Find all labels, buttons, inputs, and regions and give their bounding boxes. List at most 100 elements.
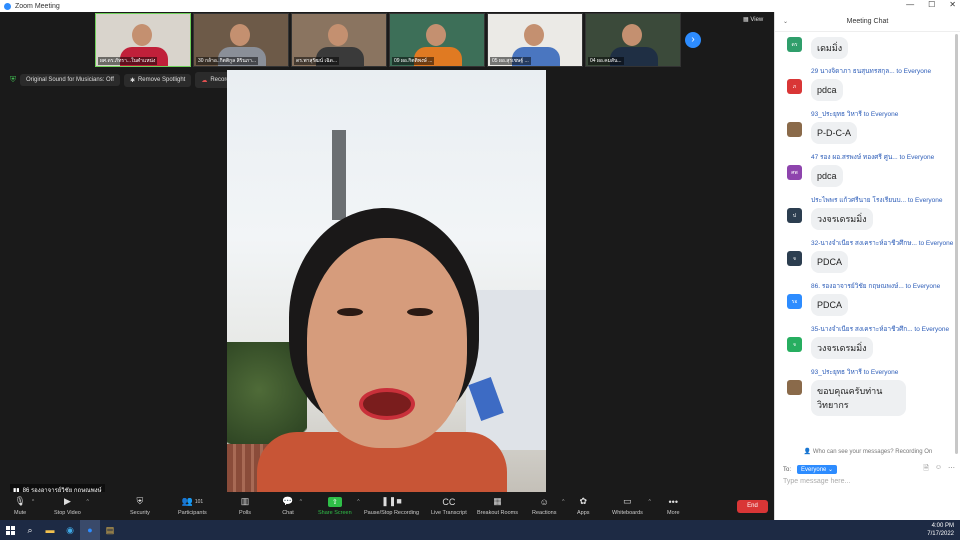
share-screen-button[interactable]: ⇧ Share Screen ^ bbox=[318, 496, 360, 516]
sender-avatar: ดร bbox=[787, 37, 802, 52]
emoji-icon[interactable]: ☺ bbox=[935, 464, 942, 475]
chat-message-list[interactable]: ดร เดมมิ่ง 29 นางจิดาภา ธนสุนทรสกุล... to … bbox=[775, 34, 955, 447]
start-button[interactable] bbox=[0, 520, 20, 540]
pause-stop-icon: ❚❚■ bbox=[381, 496, 402, 506]
apps-icon: ✿ bbox=[579, 496, 588, 506]
original-sound-button[interactable]: Original Sound for Musicians: Off bbox=[20, 74, 120, 86]
file-explorer-icon[interactable]: ▬ bbox=[40, 520, 60, 540]
recipient-row: To: Everyone ⌄ 🗎 ☺ ⋯ bbox=[783, 464, 955, 475]
mute-button[interactable]: 🎙 Mute ^ bbox=[14, 496, 34, 516]
file-icon[interactable]: 🗎 bbox=[923, 464, 929, 475]
polls-label: Polls bbox=[239, 509, 251, 516]
encryption-shield-icon: ⛨ bbox=[10, 75, 16, 84]
edge-browser-icon[interactable]: ◉ bbox=[60, 520, 80, 540]
message-sender: 93_ประยุทธ วิหารี to Everyone bbox=[811, 369, 899, 376]
participant-name: 30 กล้าอ..กิตติกูล สิรินภา... bbox=[196, 57, 259, 65]
chevron-up-icon[interactable]: ^ bbox=[86, 499, 88, 505]
smiley-icon: ☺ bbox=[539, 496, 549, 507]
chat-button[interactable]: 💬 Chat ^ bbox=[282, 496, 302, 516]
live-transcript-button[interactable]: CC Live Transcript bbox=[431, 497, 467, 516]
sender-avatar: ป bbox=[787, 208, 802, 223]
stop-video-button[interactable]: ▶ Stop Video ^ bbox=[54, 496, 89, 516]
message-sender: ประไพพร แก้วศรีนาย โรงเรียนบ... to Every… bbox=[811, 197, 943, 204]
chat-header: ⌄ Meeting Chat bbox=[775, 12, 960, 32]
more-button[interactable]: ••• More bbox=[667, 497, 680, 516]
chevron-up-icon[interactable]: ^ bbox=[357, 499, 359, 505]
participant-head bbox=[621, 24, 642, 47]
chevron-up-icon[interactable]: ^ bbox=[649, 499, 651, 505]
participant-tile[interactable]: 04 ผอ.คมสัน... bbox=[585, 13, 681, 67]
chat-scrollbar[interactable] bbox=[955, 34, 958, 454]
close-icon[interactable]: ✕ bbox=[949, 0, 956, 9]
more-dots-icon[interactable]: ⋯ bbox=[948, 464, 955, 475]
mute-label: Mute bbox=[14, 509, 27, 516]
people-icon: 👤 bbox=[803, 449, 812, 455]
polls-icon: ▥ bbox=[240, 496, 250, 506]
participant-name: 04 ผอ.คมสัน... bbox=[588, 57, 624, 65]
meeting-area: ผศ.ดร.ภัทรา...ในตำแหน่ง 30 กล้าอ..กิตติกู… bbox=[0, 12, 774, 520]
share-screen-icon: ⇧ bbox=[327, 496, 342, 507]
whiteboard-icon: ▭ bbox=[623, 496, 632, 506]
message-sender: 47 รอง ผอ.สรพงษ์ ทองศรี ศูน... to Everyo… bbox=[811, 154, 935, 161]
view-button[interactable]: ▦ View bbox=[743, 16, 763, 23]
cloud-record-icon: ☁ bbox=[201, 77, 208, 84]
files-app-icon[interactable]: ▤ bbox=[100, 520, 120, 540]
gallery-strip: ผศ.ดร.ภัทรา...ในตำแหน่ง 30 กล้าอ..กิตติกู… bbox=[95, 13, 681, 67]
more-label: More bbox=[667, 509, 680, 516]
reactions-label: Reactions bbox=[532, 509, 557, 516]
chat-panel: ⌄ Meeting Chat ดร เดมมิ่ง 29 นางจิดาภา ธนส… bbox=[774, 12, 960, 520]
meeting-toolbar: 🎙 Mute ^ ▶ Stop Video ^ ⛨ Security 👥 101 … bbox=[0, 492, 774, 520]
sender-avatar: จ bbox=[787, 251, 802, 266]
chat-label: Chat bbox=[282, 509, 294, 516]
message-bubble: pdca bbox=[811, 165, 843, 187]
participant-head bbox=[131, 24, 152, 47]
participant-head bbox=[327, 24, 348, 47]
system-clock[interactable]: 4:00 PM 7/17/2022 bbox=[927, 522, 954, 538]
remove-spotlight-label: Remove Spotlight bbox=[137, 77, 186, 83]
apps-button[interactable]: ✿ Apps bbox=[577, 496, 590, 516]
window-title: Zoom Meeting bbox=[15, 2, 60, 10]
chat-message-input[interactable]: Type message here... bbox=[783, 478, 850, 485]
participant-tile[interactable]: 09 ผอ.กิตติพงษ์ ... bbox=[389, 13, 485, 67]
participant-tile[interactable]: 30 กล้าอ..กิตติกูล สิรินภา... bbox=[193, 13, 289, 67]
whiteboards-button[interactable]: ▭ Whiteboards ^ bbox=[612, 496, 651, 516]
chevron-up-icon[interactable]: ^ bbox=[562, 499, 564, 505]
sender-avatar: ศพ bbox=[787, 165, 802, 180]
participants-label: Participants bbox=[178, 509, 207, 516]
maximize-icon[interactable]: ☐ bbox=[928, 0, 935, 9]
sender-avatar: จ bbox=[787, 337, 802, 352]
recipient-dropdown[interactable]: Everyone ⌄ bbox=[797, 465, 838, 474]
security-button[interactable]: ⛨ Security bbox=[130, 496, 150, 516]
message-bubble: วงจรเดรมมิ่ง bbox=[811, 337, 873, 359]
participants-button[interactable]: 👥 101 Participants bbox=[178, 496, 207, 516]
polls-button[interactable]: ▥ Polls bbox=[239, 496, 251, 516]
chevron-up-icon[interactable]: ^ bbox=[300, 499, 302, 505]
breakout-rooms-label: Breakout Rooms bbox=[477, 509, 518, 516]
windows-taskbar: ⌕ ▬ ◉ ● ▤ 4:00 PM 7/17/2022 bbox=[0, 520, 960, 540]
remove-spotlight-button[interactable]: ✱ Remove Spotlight bbox=[123, 73, 192, 87]
end-meeting-button[interactable]: End bbox=[737, 500, 768, 513]
mouth bbox=[359, 388, 415, 420]
chat-message: 29 นางจิดาภา ธนสุนทรสกุล... to Everyone ภ… bbox=[787, 66, 955, 101]
participant-tile[interactable]: ผศ.ดร.ภัทรา...ในตำแหน่ง bbox=[95, 13, 191, 67]
participant-tile[interactable]: 05 ผอ.สุรเชษฐ์ ... bbox=[487, 13, 583, 67]
recipient-value: Everyone bbox=[801, 467, 827, 473]
next-page-button[interactable]: › bbox=[685, 32, 701, 48]
video-camera-icon: ▶ bbox=[63, 496, 71, 506]
chevron-up-icon[interactable]: ^ bbox=[32, 499, 34, 505]
participant-tile[interactable]: ดร.พาสุรัฒน์ เฉิด... bbox=[291, 13, 387, 67]
pause-recording-button[interactable]: ❚❚■ Pause/Stop Recording bbox=[364, 496, 419, 516]
sender-avatar: รอ bbox=[787, 294, 802, 309]
chevron-down-icon[interactable]: ⌄ bbox=[783, 12, 788, 32]
search-icon[interactable]: ⌕ bbox=[20, 520, 40, 540]
tower bbox=[332, 130, 346, 220]
minimize-icon[interactable]: — bbox=[906, 0, 914, 9]
zoom-app-icon[interactable]: ● bbox=[80, 520, 100, 540]
participant-name: 09 ผอ.กิตติพงษ์ ... bbox=[392, 57, 435, 65]
breakout-rooms-button[interactable]: ▦ Breakout Rooms bbox=[477, 496, 518, 516]
sender-avatar: ภ bbox=[787, 79, 802, 94]
sender-avatar bbox=[787, 122, 802, 137]
share-screen-label: Share Screen bbox=[318, 509, 352, 516]
reactions-button[interactable]: ☺ Reactions ^ bbox=[532, 496, 564, 516]
who-can-see-notice[interactable]: 👤 Who can see your messages? Recording O… bbox=[775, 448, 960, 455]
